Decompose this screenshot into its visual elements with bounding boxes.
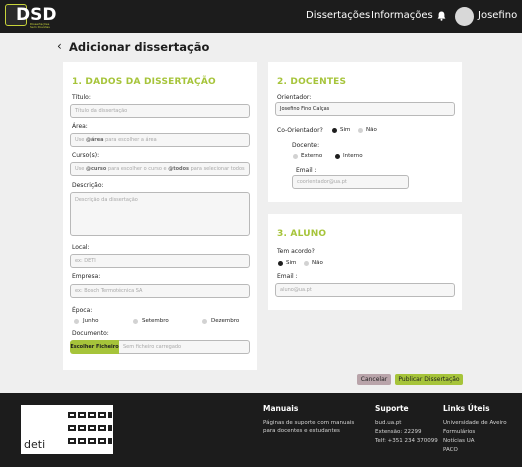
footer-suporte-email[interactable]: bud.ua.pt — [375, 419, 401, 427]
titulo-label: Título: — [72, 94, 91, 101]
area-hint-pre: Use — [75, 137, 86, 143]
empresa-label: Empresa: — [72, 273, 101, 280]
nav-link-dissertacoes[interactable]: Dissertações — [306, 10, 370, 21]
curso-hint-mid: para escolher o curso e — [106, 166, 169, 172]
footer-links-title: Links Úteis — [443, 404, 490, 413]
orientador-input[interactable]: Josefino Fino Calças — [275, 102, 455, 116]
section-title-dados: 1. DADOS DA DISSERTAÇÃO — [72, 77, 216, 87]
epoca-radio-junho[interactable] — [74, 319, 79, 324]
page-title: Adicionar dissertação — [69, 40, 210, 54]
coorientador-option-sim[interactable]: Sim — [340, 127, 350, 133]
epoca-option-setembro[interactable]: Setembro — [142, 318, 169, 324]
coorientador-radio-sim[interactable] — [332, 128, 337, 133]
acordo-label: Tem acordo? — [277, 248, 315, 255]
section-title-aluno: 3. ALUNO — [277, 229, 327, 239]
footer-link-noticias[interactable]: Notícias UA — [443, 437, 475, 445]
acordo-option-nao[interactable]: Não — [312, 260, 323, 266]
coorientador-option-nao[interactable]: Não — [366, 127, 377, 133]
descricao-textarea[interactable]: Descrição da dissertação — [70, 192, 250, 236]
cancel-button[interactable]: Cancelar — [357, 374, 391, 385]
choose-file-button[interactable]: Escolher Ficheiro — [70, 340, 119, 354]
acordo-radio-sim[interactable] — [278, 261, 283, 266]
docente-label: Docente: — [292, 142, 320, 149]
coorientador-email-input[interactable]: coorientador@ua.pt — [292, 175, 409, 189]
avatar[interactable] — [455, 7, 474, 26]
curso-hint-post: para selecionar todos — [189, 166, 245, 172]
dsd-logo[interactable]: DSD Dissertações Sem Dúvidas — [5, 4, 61, 29]
top-navbar: DSD Dissertações Sem Dúvidas Dissertaçõe… — [0, 0, 522, 33]
back-arrow-icon[interactable]: ‹ — [57, 40, 62, 52]
curso-hint-keyword-todos: @todos — [168, 166, 190, 172]
coorientador-label: Co-Orientador? — [277, 127, 323, 134]
footer-manuais-text: Páginas de suporte com manuais para doce… — [263, 420, 355, 434]
curso-hint-keyword: @curso — [85, 166, 107, 172]
aluno-email-input[interactable]: aluno@ua.pt — [275, 283, 455, 297]
coorientador-email-label: Email : — [296, 167, 317, 174]
docente-option-interno[interactable]: Interno — [343, 153, 363, 159]
footer-suporte-telefone: Telf: +351 234 370099 — [375, 438, 438, 444]
epoca-label: Época: — [72, 307, 93, 314]
curso-hint-pre: Use — [75, 166, 86, 172]
epoca-radio-setembro[interactable] — [133, 319, 138, 324]
section-title-docentes: 2. DOCENTES — [277, 77, 347, 87]
titulo-input[interactable]: Título da dissertação — [70, 104, 250, 118]
documento-label: Documento: — [72, 330, 109, 337]
curso-label: Curso(s): — [72, 152, 100, 159]
empresa-input[interactable]: ex: Bosch Termotécnica SA — [70, 284, 250, 298]
deti-logo-text: deti — [24, 438, 46, 451]
area-input[interactable]: Use @área para escolher a área — [70, 133, 250, 147]
footer-link-formularios[interactable]: Formulários — [443, 428, 475, 436]
deti-logo-grid-icon — [66, 405, 113, 454]
footer-manuais-title[interactable]: Manuais — [263, 404, 298, 413]
nav-link-informacoes[interactable]: Informações — [371, 10, 433, 21]
local-input[interactable]: ex: DETI — [70, 254, 250, 268]
publish-button[interactable]: Publicar Dissertação — [395, 374, 463, 385]
epoca-option-junho[interactable]: Junho — [83, 318, 98, 324]
area-hint-post: para escolher a área — [103, 137, 157, 143]
footer-suporte-title: Suporte — [375, 404, 409, 413]
area-hint-keyword: @área — [85, 137, 104, 143]
username[interactable]: Josefino — [478, 10, 517, 21]
acordo-radio-nao[interactable] — [304, 261, 309, 266]
footer-suporte-extensao: Extensão: 22299 — [375, 429, 422, 435]
docente-option-externo[interactable]: Externo — [301, 153, 322, 159]
docente-radio-externo[interactable] — [293, 154, 298, 159]
orientador-label: Orientador: — [277, 94, 312, 101]
local-label: Local: — [72, 244, 90, 251]
footer-link-ua[interactable]: Universidade de Aveiro — [443, 419, 507, 427]
area-label: Área: — [72, 123, 88, 130]
descricao-label: Descrição: — [72, 182, 104, 189]
aluno-email-label: Email : — [277, 273, 298, 280]
epoca-radio-dezembro[interactable] — [202, 319, 207, 324]
bell-icon[interactable] — [437, 11, 446, 21]
file-status: Sem ficheiro carregado — [119, 340, 250, 354]
logo-subtitle: Dissertações Sem Dúvidas — [30, 22, 50, 29]
epoca-option-dezembro[interactable]: Dezembro — [211, 318, 239, 324]
coorientador-radio-nao[interactable] — [358, 128, 363, 133]
docente-radio-interno[interactable] — [335, 154, 340, 159]
acordo-option-sim[interactable]: Sim — [286, 260, 296, 266]
footer-link-paco[interactable]: PACO — [443, 446, 458, 454]
curso-input[interactable]: Use @curso para escolher o curso e @todo… — [70, 162, 250, 176]
